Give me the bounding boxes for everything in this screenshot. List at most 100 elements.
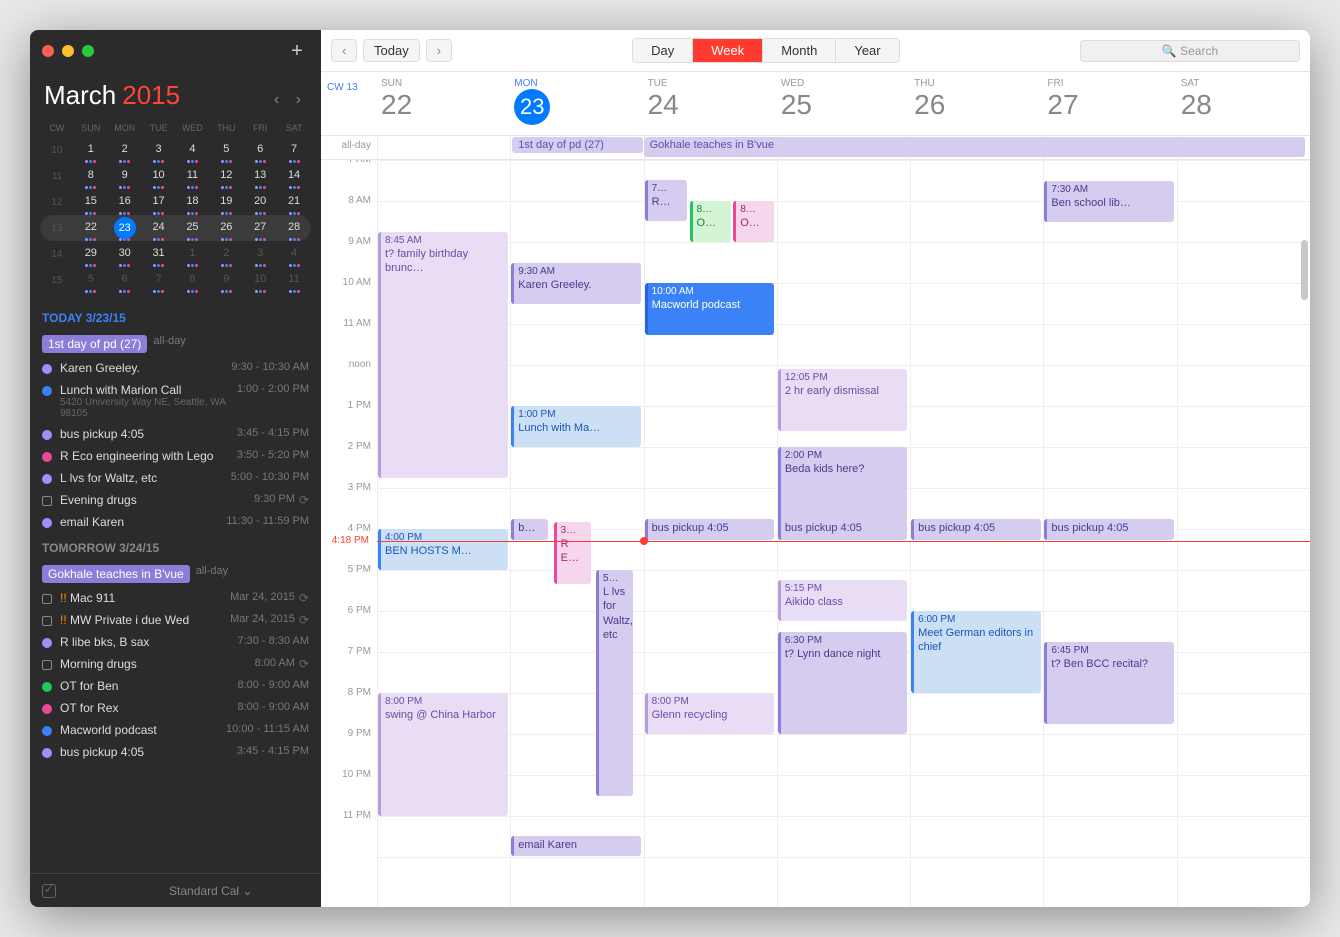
calendar-event[interactable]: 4:00 PMBEN HOSTS M… xyxy=(378,529,508,570)
mini-cal-day[interactable]: 8 xyxy=(74,163,108,189)
day-column[interactable]: 8:45 AMt? family birthday brunc… 4:00 PMB… xyxy=(377,160,510,907)
agenda-item[interactable]: Evening drugs9:30 PM⟳ xyxy=(42,489,309,511)
agenda-pill[interactable]: Gokhale teaches in B'vue xyxy=(42,565,190,583)
mini-cal-day[interactable]: 6 xyxy=(243,137,277,163)
calendar-event[interactable]: bus pickup 4:05 xyxy=(1044,519,1174,540)
allday-event[interactable]: Gokhale teaches in B'vue xyxy=(644,137,1306,157)
day-header[interactable]: MON 23 xyxy=(510,78,643,125)
mini-cal-day[interactable]: 28 xyxy=(277,215,311,241)
agenda-item[interactable]: L lvs for Waltz, etc5:00 - 10:30 PM xyxy=(42,467,309,489)
prev-week-button[interactable]: ‹ xyxy=(331,39,357,62)
calendar-event[interactable]: 10:00 AMMacworld podcast xyxy=(645,283,775,335)
mini-cal-day[interactable]: 18 xyxy=(176,189,210,215)
close-icon[interactable] xyxy=(42,45,54,57)
mini-cal-day[interactable]: 27 xyxy=(243,215,277,241)
mini-cal-day[interactable]: 2 xyxy=(209,241,243,267)
mini-cal-day[interactable]: 11 xyxy=(176,163,210,189)
calendar-event[interactable]: 8…O… xyxy=(733,201,774,242)
mini-cal-day[interactable]: 23 xyxy=(108,215,142,241)
week-grid[interactable]: 7 AM8 AM9 AM10 AM11 AMnoon1 PM2 PM3 PM4 … xyxy=(321,160,1310,907)
calendar-event[interactable]: bus pickup 4:05 xyxy=(778,519,908,540)
day-column[interactable]: 7:30 AMBen school lib… bus pickup 4:05 6:4… xyxy=(1043,160,1176,907)
mini-cal-day[interactable]: 21 xyxy=(277,189,311,215)
calendar-event[interactable]: 5…L lvs for Waltz, etc xyxy=(596,570,633,796)
minimize-icon[interactable] xyxy=(62,45,74,57)
calendar-event[interactable]: 6:45 PMt? Ben BCC recital? xyxy=(1044,642,1174,724)
calendar-set-picker[interactable]: Standard Cal ⌄ xyxy=(169,884,252,898)
mini-cal-day[interactable]: 22 xyxy=(74,215,108,241)
mini-cal-day[interactable]: 24 xyxy=(142,215,176,241)
day-column[interactable]: 7…R…8…O…8…O…10:00 AMMacworld podcastbus … xyxy=(644,160,777,907)
mini-cal-day[interactable]: 4 xyxy=(176,137,210,163)
calendar-event[interactable]: 8:00 PMGlenn recycling xyxy=(645,693,775,734)
calendar-event[interactable]: 3…R E… xyxy=(554,522,591,584)
agenda-item[interactable]: bus pickup 4:053:45 - 4:15 PM xyxy=(42,741,309,763)
agenda-item[interactable]: R libe bks, B sax7:30 - 8:30 AM xyxy=(42,631,309,653)
allday-cell[interactable] xyxy=(377,136,510,159)
agenda-item[interactable]: !! Mac 911Mar 24, 2015⟳ xyxy=(42,587,309,609)
mini-cal-day[interactable]: 9 xyxy=(209,267,243,293)
calendar-event[interactable]: 6:30 PMt? Lynn dance night xyxy=(778,632,908,734)
scrollbar[interactable] xyxy=(1301,240,1308,300)
add-event-button[interactable]: + xyxy=(285,39,309,63)
agenda-item[interactable]: Lunch with Marion Call5420 University Wa… xyxy=(42,379,309,423)
mini-cal-day[interactable]: 30 xyxy=(108,241,142,267)
calendar-event[interactable]: 7:30 AMBen school lib… xyxy=(1044,181,1174,222)
view-month-tab[interactable]: Month xyxy=(763,39,836,62)
agenda-item[interactable]: !! MW Private i due WedMar 24, 2015⟳ xyxy=(42,609,309,631)
checkbox-icon[interactable] xyxy=(42,496,52,506)
allday-event[interactable]: 1st day of pd (27) xyxy=(512,137,642,153)
mini-cal-day[interactable]: 19 xyxy=(209,189,243,215)
mini-cal-day[interactable]: 3 xyxy=(142,137,176,163)
calendar-event[interactable]: bus pickup 4:05 xyxy=(911,519,1041,540)
tasks-toggle-icon[interactable] xyxy=(42,884,56,898)
agenda-item[interactable]: OT for Rex8:00 - 9:00 AM xyxy=(42,697,309,719)
checkbox-icon[interactable] xyxy=(42,660,52,670)
mini-cal-day[interactable]: 7 xyxy=(142,267,176,293)
day-column[interactable]: 9:30 AMKaren Greeley. 1:00 PMLunch with M… xyxy=(510,160,643,907)
day-column[interactable] xyxy=(1177,160,1310,907)
agenda-item[interactable]: bus pickup 4:053:45 - 4:15 PM xyxy=(42,423,309,445)
calendar-event[interactable]: 1:00 PMLunch with Ma… xyxy=(511,406,641,447)
calendar-event[interactable]: 5:15 PMAikido class xyxy=(778,580,908,621)
mini-cal-day[interactable]: 25 xyxy=(176,215,210,241)
mini-cal-day[interactable]: 10 xyxy=(142,163,176,189)
mini-calendar[interactable]: CWSUNMONTUEWEDTHUFRISAT10123456711891011… xyxy=(30,115,321,303)
mini-cal-day[interactable]: 6 xyxy=(108,267,142,293)
agenda-pill[interactable]: 1st day of pd (27) xyxy=(42,335,147,353)
mini-cal-day[interactable]: 8 xyxy=(176,267,210,293)
mini-cal-day[interactable]: 4 xyxy=(277,241,311,267)
agenda-item[interactable]: Gokhale teaches in B'vueall-day xyxy=(42,561,309,587)
calendar-event[interactable]: 9:30 AMKaren Greeley. xyxy=(511,263,641,304)
mini-cal-day[interactable]: 29 xyxy=(74,241,108,267)
agenda-item[interactable]: 1st day of pd (27)all-day xyxy=(42,331,309,357)
agenda-item[interactable]: Karen Greeley.9:30 - 10:30 AM xyxy=(42,357,309,379)
day-column[interactable]: bus pickup 4:056:00 PMMeet German editor… xyxy=(910,160,1043,907)
calendar-event[interactable]: 2:00 PMBeda kids here? xyxy=(778,447,908,529)
mini-cal-day[interactable]: 10 xyxy=(243,267,277,293)
mini-cal-day[interactable]: 1 xyxy=(176,241,210,267)
mini-cal-day[interactable]: 9 xyxy=(108,163,142,189)
agenda-item[interactable]: OT for Ben8:00 - 9:00 AM xyxy=(42,675,309,697)
day-header[interactable]: THU 26 xyxy=(910,78,1043,125)
mini-cal-day[interactable]: 3 xyxy=(243,241,277,267)
mini-cal-day[interactable]: 5 xyxy=(74,267,108,293)
mini-cal-day[interactable]: 7 xyxy=(277,137,311,163)
calendar-event[interactable]: bus pickup 4:05 xyxy=(645,519,775,540)
calendar-event[interactable]: 8:45 AMt? family birthday brunc… xyxy=(378,232,508,478)
checkbox-icon[interactable] xyxy=(42,616,52,626)
search-input[interactable]: 🔍 Search xyxy=(1080,40,1300,62)
mini-cal-day[interactable]: 2 xyxy=(108,137,142,163)
mini-cal-day[interactable]: 1 xyxy=(74,137,108,163)
mini-cal-day[interactable]: 17 xyxy=(142,189,176,215)
calendar-event[interactable]: 12:05 PM2 hr early dismissal xyxy=(778,369,908,431)
mini-cal-day[interactable]: 20 xyxy=(243,189,277,215)
next-month-button[interactable]: › xyxy=(290,91,307,108)
view-week-tab[interactable]: Week xyxy=(693,39,763,62)
agenda-item[interactable]: R Eco engineering with Lego3:50 - 5:20 P… xyxy=(42,445,309,467)
mini-cal-day[interactable]: 13 xyxy=(243,163,277,189)
day-header[interactable]: FRI 27 xyxy=(1043,78,1176,125)
mini-cal-day[interactable]: 16 xyxy=(108,189,142,215)
agenda-item[interactable]: email Karen11:30 - 11:59 PM xyxy=(42,511,309,533)
mini-cal-day[interactable]: 15 xyxy=(74,189,108,215)
